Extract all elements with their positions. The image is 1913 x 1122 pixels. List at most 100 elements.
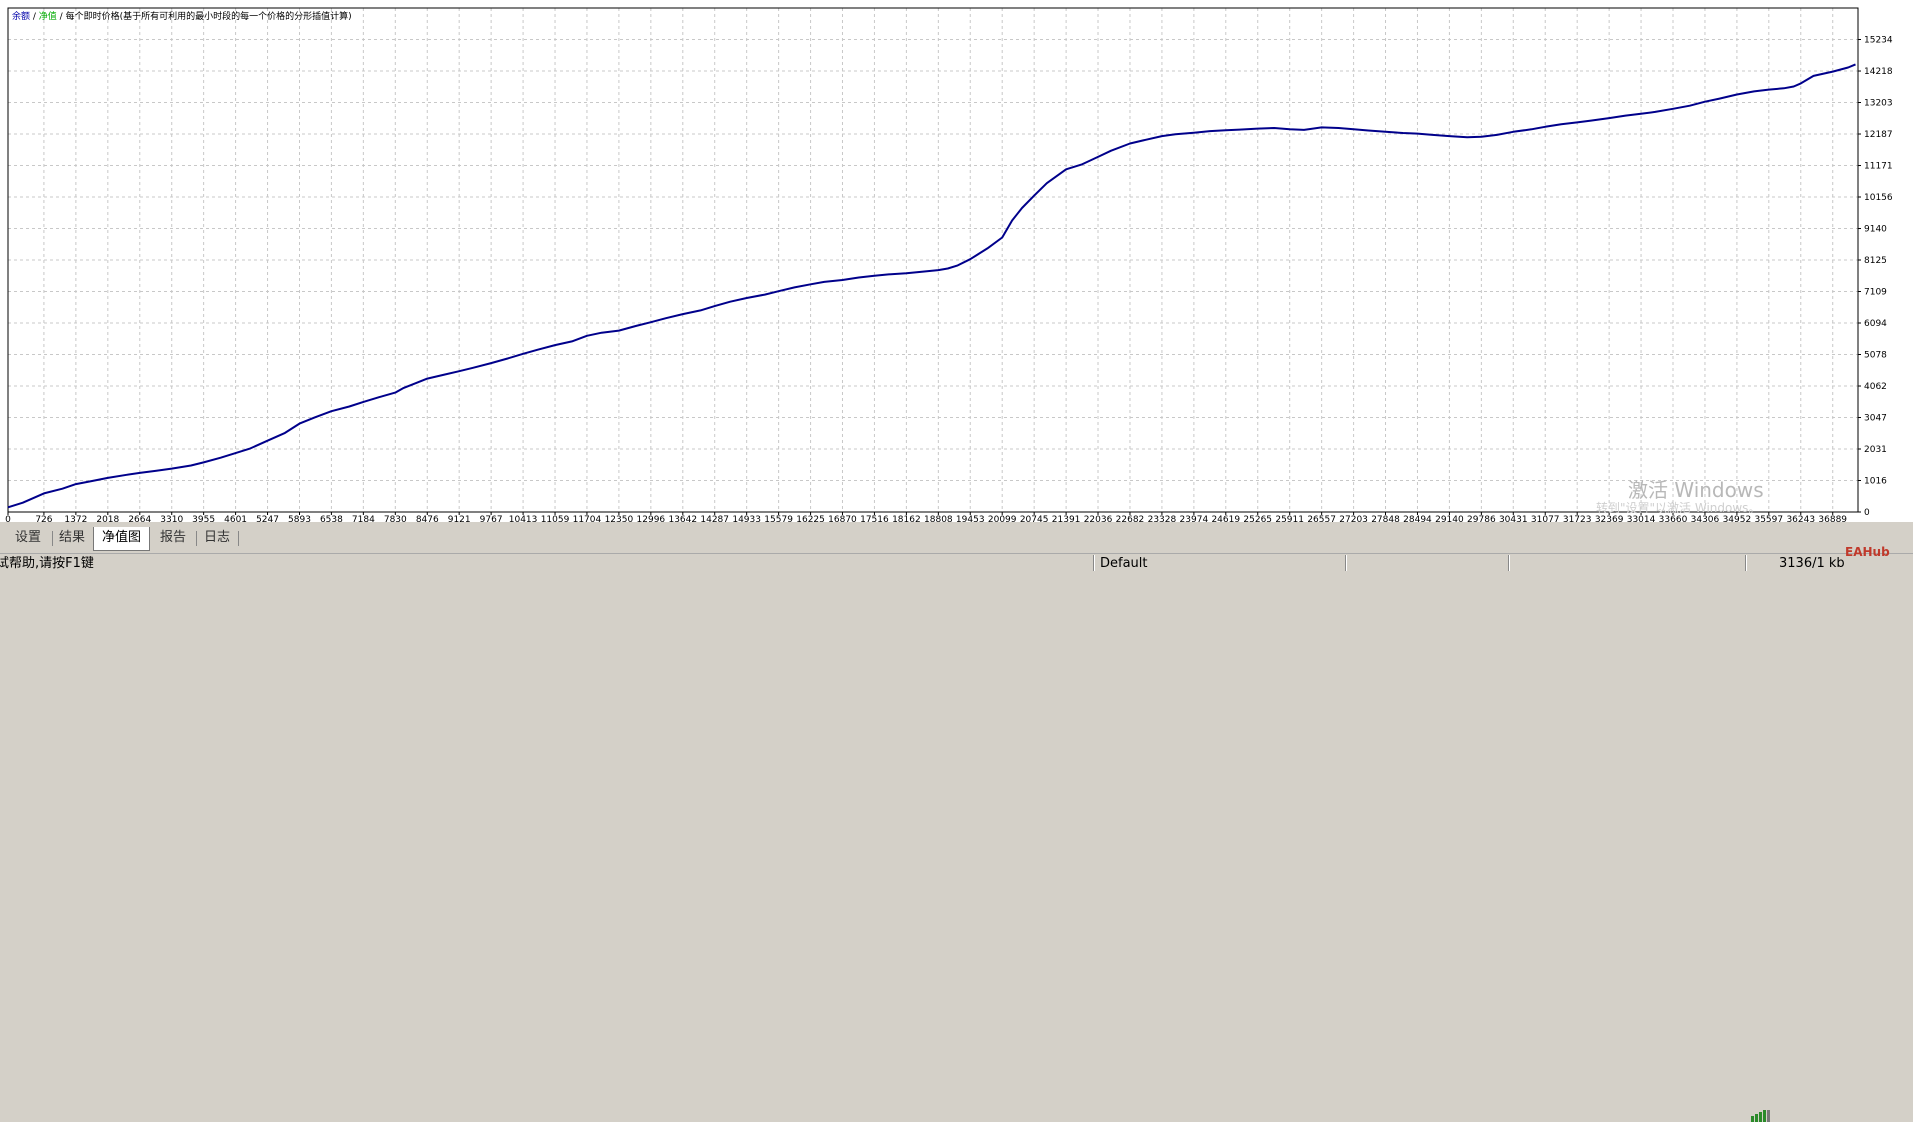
- x-tick-label: 8476: [416, 515, 439, 522]
- x-tick-label: 20099: [988, 515, 1017, 522]
- x-tick-label: 17516: [860, 515, 889, 522]
- x-tick-label: 25265: [1243, 515, 1272, 522]
- x-tick-label: 13642: [668, 515, 697, 522]
- legend-separator: /: [30, 12, 39, 22]
- tab-divider: [196, 531, 197, 546]
- x-tick-label: 18808: [924, 515, 953, 522]
- x-tick-label: 33014: [1627, 515, 1656, 522]
- x-tick-label: 11704: [573, 515, 602, 522]
- y-tick-label: 6094: [1864, 319, 1887, 329]
- y-tick-label: 13203: [1864, 99, 1893, 109]
- x-tick-label: 4601: [224, 515, 247, 522]
- x-tick-label: 31077: [1531, 515, 1560, 522]
- y-tick-label: 12187: [1864, 130, 1893, 140]
- y-tick-label: 10156: [1864, 193, 1893, 203]
- y-tick-label: 7109: [1864, 288, 1887, 298]
- y-tick-label: 11171: [1864, 162, 1893, 172]
- x-tick-label: 12350: [605, 515, 634, 522]
- x-tick-label: 29140: [1435, 515, 1464, 522]
- x-tick-label: 0: [5, 515, 11, 522]
- x-tick-label: 14933: [732, 515, 761, 522]
- status-profile: Default: [1100, 556, 1148, 571]
- x-tick-label: 2018: [96, 515, 119, 522]
- chart-legend: 余额 / 净值 / 每个即时价格(基于所有可利用的最小时段的每一个价格的分形插值…: [12, 9, 352, 22]
- x-tick-label: 9767: [480, 515, 503, 522]
- x-tick-label: 24619: [1211, 515, 1240, 522]
- x-tick-label: 31723: [1563, 515, 1592, 522]
- x-tick-label: 7830: [384, 515, 407, 522]
- status-divider: [1093, 555, 1095, 571]
- x-tick-label: 3310: [160, 515, 183, 522]
- legend-description: 每个即时价格(基于所有可利用的最小时段的每一个价格的分形插值计算): [65, 12, 352, 22]
- y-tick-label: 1016: [1864, 476, 1887, 486]
- x-tick-label: 36243: [1786, 515, 1815, 522]
- x-tick-label: 15579: [764, 515, 793, 522]
- tester-tab-bar: 设置 结果 净值图 报告 日志: [0, 527, 1913, 551]
- x-tick-label: 10413: [509, 515, 538, 522]
- y-tick-label: 3047: [1864, 413, 1887, 423]
- x-tick-label: 1372: [64, 515, 87, 522]
- x-tick-label: 34952: [1723, 515, 1752, 522]
- tab-report[interactable]: 报告: [155, 527, 191, 549]
- x-tick-label: 29786: [1467, 515, 1496, 522]
- y-tick-label: 9140: [1864, 225, 1887, 235]
- tab-settings[interactable]: 设置: [8, 527, 48, 549]
- status-divider: [1508, 555, 1510, 571]
- status-divider: [1345, 555, 1347, 571]
- x-tick-label: 22036: [1084, 515, 1113, 522]
- status-divider: [1745, 555, 1747, 571]
- y-tick-label: 15234: [1864, 36, 1893, 46]
- x-tick-label: 25911: [1275, 515, 1304, 522]
- brand-watermark: EAHub: [1845, 545, 1890, 559]
- tab-results[interactable]: 结果: [54, 527, 90, 549]
- x-tick-label: 27848: [1371, 515, 1400, 522]
- x-tick-label: 3955: [192, 515, 215, 522]
- x-tick-label: 26557: [1307, 515, 1336, 522]
- x-tick-label: 34306: [1691, 515, 1720, 522]
- y-tick-label: 2031: [1864, 445, 1887, 455]
- equity-chart-panel: 0 726 1372 2018 2664 3310 3955 4601 5247 5893 6538…: [0, 0, 1913, 522]
- x-tick-label: 12996: [637, 515, 666, 522]
- x-tick-label: 11059: [541, 515, 570, 522]
- activation-watermark-subtitle: 转到"设置"以激活 Windows。: [1596, 501, 1761, 515]
- x-tick-label: 30431: [1499, 515, 1528, 522]
- x-tick-label: 22682: [1116, 515, 1145, 522]
- x-tick-label: 23328: [1148, 515, 1177, 522]
- legend-equity: 净值: [38, 12, 57, 22]
- x-tick-label: 20745: [1020, 515, 1049, 522]
- x-tick-label: 19453: [956, 515, 985, 522]
- x-tick-label: 33660: [1659, 515, 1688, 522]
- x-tick-label: 18162: [892, 515, 921, 522]
- x-tick-label: 28494: [1403, 515, 1432, 522]
- x-tick-label: 2664: [128, 515, 151, 522]
- x-tick-label: 36889: [1818, 515, 1847, 522]
- x-tick-label: 9121: [448, 515, 471, 522]
- y-tick-label: 4062: [1864, 382, 1887, 392]
- status-help-text: 试帮助,请按F1键: [0, 556, 94, 571]
- x-tick-label: 32369: [1595, 515, 1624, 522]
- equity-chart: 0 726 1372 2018 2664 3310 3955 4601 5247 5893 6538…: [5, 7, 1893, 522]
- balance-series-line: [7, 63, 1856, 509]
- x-tick-label: 23974: [1180, 515, 1209, 522]
- x-tick-label: 35597: [1754, 515, 1783, 522]
- x-tick-label: 726: [35, 515, 52, 522]
- x-tick-label: 7184: [352, 515, 375, 522]
- x-tick-label: 21391: [1052, 515, 1081, 522]
- y-tick-label: 8125: [1864, 256, 1887, 266]
- status-bar: 试帮助,请按F1键 Default 3136/1 kb: [0, 553, 1913, 1122]
- x-tick-label: 6538: [320, 515, 343, 522]
- x-tick-label: 5247: [256, 515, 279, 522]
- x-tick-label: 5893: [288, 515, 311, 522]
- tab-divider: [52, 531, 53, 546]
- y-tick-label: 5078: [1864, 351, 1887, 361]
- connection-bars-icon: [1751, 1110, 1770, 1122]
- y-tick-label: 14218: [1864, 67, 1893, 77]
- x-tick-label: 16870: [828, 515, 857, 522]
- legend-balance: 余额: [12, 12, 31, 22]
- x-tick-label: 27203: [1339, 515, 1368, 522]
- tab-divider: [238, 531, 239, 546]
- x-tick-label: 16225: [796, 515, 825, 522]
- tab-journal[interactable]: 日志: [199, 527, 235, 549]
- y-tick-label: 0: [1864, 508, 1870, 518]
- tab-equity-chart[interactable]: 净值图: [93, 527, 150, 551]
